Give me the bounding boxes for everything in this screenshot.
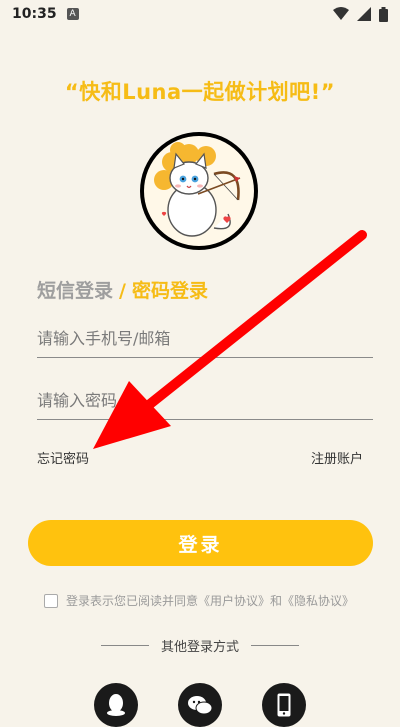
battery-icon <box>379 6 388 22</box>
agreement-checkbox[interactable] <box>44 593 58 608</box>
tab-password-login[interactable]: 密码登录 <box>132 280 208 302</box>
login-button[interactable]: 登录 <box>28 520 373 566</box>
privacy-agreement-link[interactable]: 《隐私协议》 <box>282 592 354 609</box>
forgot-password-link[interactable]: 忘记密码 <box>37 448 89 467</box>
social-login-row <box>0 683 400 727</box>
wifi-icon <box>333 7 349 20</box>
tab-sms-login[interactable]: 短信登录 <box>37 280 113 302</box>
account-input-row <box>37 320 373 358</box>
other-login-label: 其他登录方式 <box>160 640 239 655</box>
wechat-login-button[interactable] <box>178 683 222 727</box>
agreement-row: 登录表示您已阅读并同意 《用户协议》 和 《隐私协议》 <box>44 592 354 609</box>
divider-line-left <box>100 645 149 646</box>
agreement-and: 和 <box>270 594 283 608</box>
wechat-icon <box>188 696 213 715</box>
avatar <box>140 132 258 250</box>
phone-login-button[interactable] <box>262 683 306 727</box>
qq-icon <box>107 694 125 716</box>
page-slogan: “快和Luna一起做计划吧!” <box>64 80 336 104</box>
agreement-prefix: 登录表示您已阅读并同意 <box>66 594 199 608</box>
status-time: 10:35 <box>12 6 57 22</box>
password-input[interactable] <box>37 382 373 419</box>
phone-icon <box>277 693 291 717</box>
status-bar: 10:35 A <box>0 0 400 28</box>
tab-separator: / <box>119 280 126 302</box>
other-login-divider: 其他登录方式 <box>0 636 400 655</box>
signal-icon <box>357 7 371 21</box>
register-account-link[interactable]: 注册账户 <box>311 448 363 467</box>
divider-line-right <box>251 645 299 646</box>
notification-badge: A <box>66 8 79 20</box>
status-icons <box>333 6 388 22</box>
avatar-image <box>144 136 254 246</box>
login-tabs: 短信登录 / 密码登录 <box>37 276 208 303</box>
password-input-row <box>37 382 373 420</box>
qq-login-button[interactable] <box>94 683 138 727</box>
account-input[interactable] <box>37 320 373 357</box>
user-agreement-link[interactable]: 《用户协议》 <box>198 592 270 609</box>
